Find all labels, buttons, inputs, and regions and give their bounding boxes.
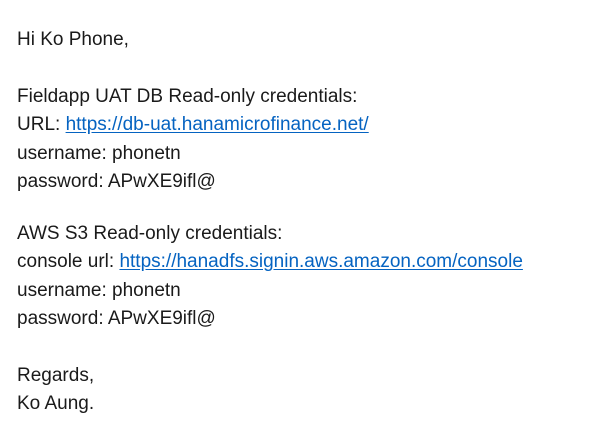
aws-username-line: username: phonetn (17, 277, 602, 305)
db-password-value: APwXE9ifl@ (107, 170, 216, 192)
db-url-label: URL: (17, 114, 66, 136)
signature: Ko Aung. (17, 393, 95, 415)
greeting: Hi Ko Phone, (17, 29, 129, 50)
aws-credentials-section: AWS S3 Read-only credentials: console ur… (17, 220, 602, 334)
aws-password-value: APwXE9ifl@ (107, 308, 216, 330)
db-username-label: username: (17, 142, 113, 164)
db-credentials-section: Fieldapp UAT DB Read-only credentials: U… (17, 83, 602, 197)
aws-console-url-link[interactable]: https://hanadfs.signin.aws.amazon.com/co… (119, 251, 522, 272)
db-password-line: password: APwXE9ifl@ (17, 168, 602, 196)
aws-url-label: console url: (17, 251, 120, 273)
aws-username-label: username: (17, 279, 113, 301)
aws-url-line: console url: https://hanadfs.signin.aws.… (17, 248, 602, 276)
closing: Regards, (17, 364, 95, 386)
db-username-value: phonetn (112, 142, 181, 164)
aws-username-value: phonetn (112, 279, 181, 301)
db-heading: Fieldapp UAT DB Read-only credentials: (17, 85, 358, 107)
db-username-line: username: phonetn (17, 140, 602, 168)
aws-password-line: password: APwXE9ifl@ (17, 305, 602, 333)
email-body: Hi Ko Phone, Fieldapp UAT DB Read-only c… (17, 26, 602, 419)
db-url-line: URL: https://db-uat.hanamicrofinance.net… (17, 111, 602, 139)
aws-password-label: password: (17, 308, 108, 330)
aws-heading: AWS S3 Read-only credentials: (17, 222, 283, 244)
db-password-label: password: (17, 170, 108, 192)
db-url-link[interactable]: https://db-uat.hanamicrofinance.net/ (66, 114, 369, 135)
